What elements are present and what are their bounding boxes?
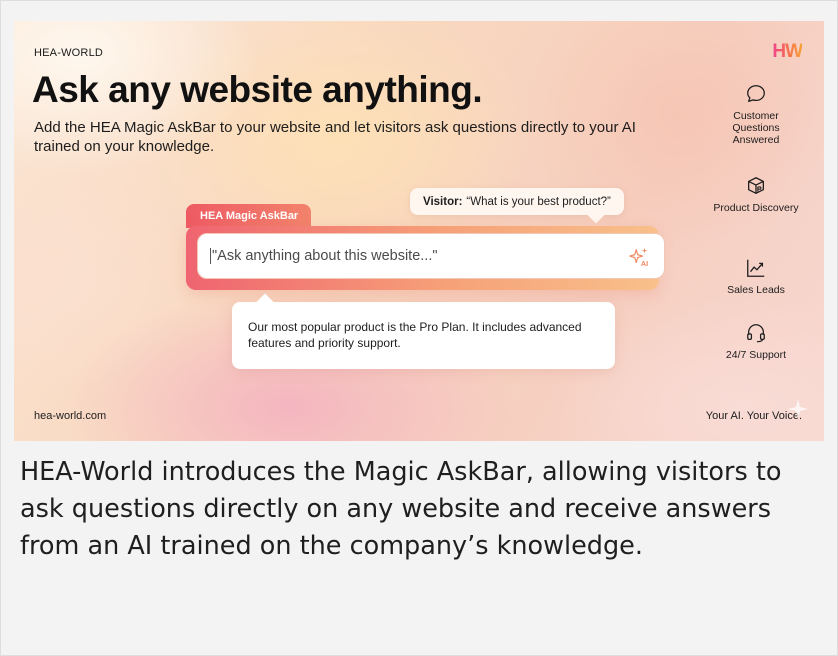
ai-answer-bubble: Our most popular product is the Pro Plan… xyxy=(232,302,615,369)
askbar-tab-label: HEA Magic AskBar xyxy=(186,204,311,228)
feature-customer-questions: Customer Questions Answered xyxy=(712,83,800,146)
askbar-placeholder: "Ask anything about this website..." xyxy=(212,248,438,264)
sparkle-icon xyxy=(788,399,808,419)
brand-label: HEA-WORLD xyxy=(34,47,104,59)
subheadline: Add the HEA Magic AskBar to your website… xyxy=(34,119,636,155)
feature-label: Sales Leads xyxy=(727,284,785,296)
product-box-icon xyxy=(748,177,764,194)
headline: Ask any website anything. xyxy=(32,69,483,110)
svg-text:AI: AI xyxy=(641,259,648,268)
sparkle-ai-icon[interactable]: AI xyxy=(628,246,650,268)
text-caret xyxy=(210,248,211,264)
feature-support: 24/7 Support xyxy=(712,322,800,361)
feature-label: 24/7 Support xyxy=(725,349,787,361)
visitor-label: Visitor: xyxy=(423,195,463,208)
chat-bubble-icon xyxy=(747,85,765,102)
hero-banner-image[interactable]: HEA-WORLD HW Ask any website anything. A… xyxy=(14,21,824,441)
visitor-question-bubble: Visitor: “What is your best product?” xyxy=(410,188,624,215)
feature-label: Customer Questions Answered xyxy=(732,110,780,146)
visitor-question: “What is your best product?” xyxy=(466,195,611,208)
headset-icon xyxy=(747,324,765,343)
hw-logo: HW xyxy=(772,41,803,62)
website-url: hea-world.com xyxy=(34,410,107,422)
feature-label: Product Discovery xyxy=(713,202,799,214)
feature-product-discovery: Product Discovery xyxy=(712,175,800,214)
askbar-search-input[interactable]: "Ask anything about this website..." AI xyxy=(197,233,665,279)
feature-sales-leads: Sales Leads xyxy=(712,257,800,296)
post-caption: HEA-World introduces the Magic AskBar, a… xyxy=(20,457,782,561)
trend-chart-icon xyxy=(747,259,765,277)
